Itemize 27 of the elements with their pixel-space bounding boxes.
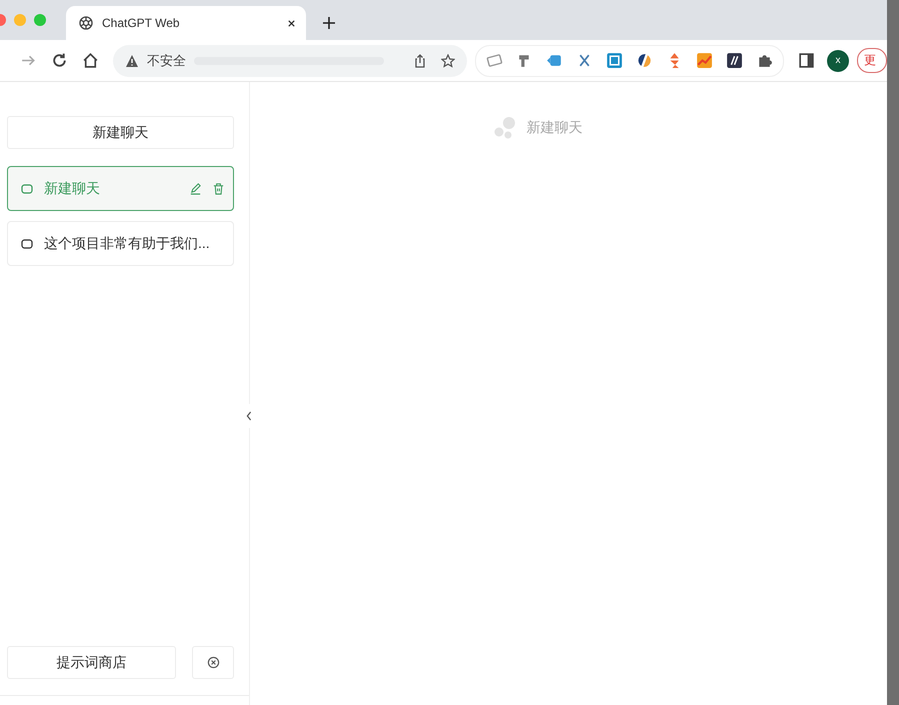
browser-tab[interactable]: ChatGPT Web [66,6,306,40]
chat-bubble-icon [20,182,34,196]
new-tab-icon[interactable] [322,16,336,30]
bubbles-icon [492,116,516,140]
edit-icon[interactable] [189,182,202,195]
trash-icon[interactable] [212,182,225,195]
chat-item[interactable]: 这个项目非常有助于我们... [7,221,234,266]
chart-extension-icon[interactable] [696,52,714,69]
profile-avatar[interactable]: x [827,50,849,72]
chat-bubble-icon [20,236,34,250]
clear-button[interactable] [192,646,234,679]
extension-icon[interactable] [636,52,654,69]
star-icon[interactable] [441,54,456,68]
home-icon[interactable] [82,52,99,69]
reload-icon[interactable] [50,52,68,69]
puzzle-icon[interactable] [756,52,774,69]
side-panel-icon[interactable] [798,52,816,69]
extension-icon[interactable] [726,52,744,69]
address-bar[interactable]: 不安全 [112,44,468,76]
close-circle-icon [206,656,220,669]
flower-knot-icon [78,15,94,31]
new-chat-button[interactable]: 新建聊天 [7,116,234,149]
prompt-store-button[interactable]: 提示词商店 [7,646,176,679]
close-tab-icon[interactable] [287,18,296,28]
empty-state-label: 新建聊天 [526,119,582,137]
share-icon[interactable] [413,54,428,68]
warning-icon [124,54,139,68]
